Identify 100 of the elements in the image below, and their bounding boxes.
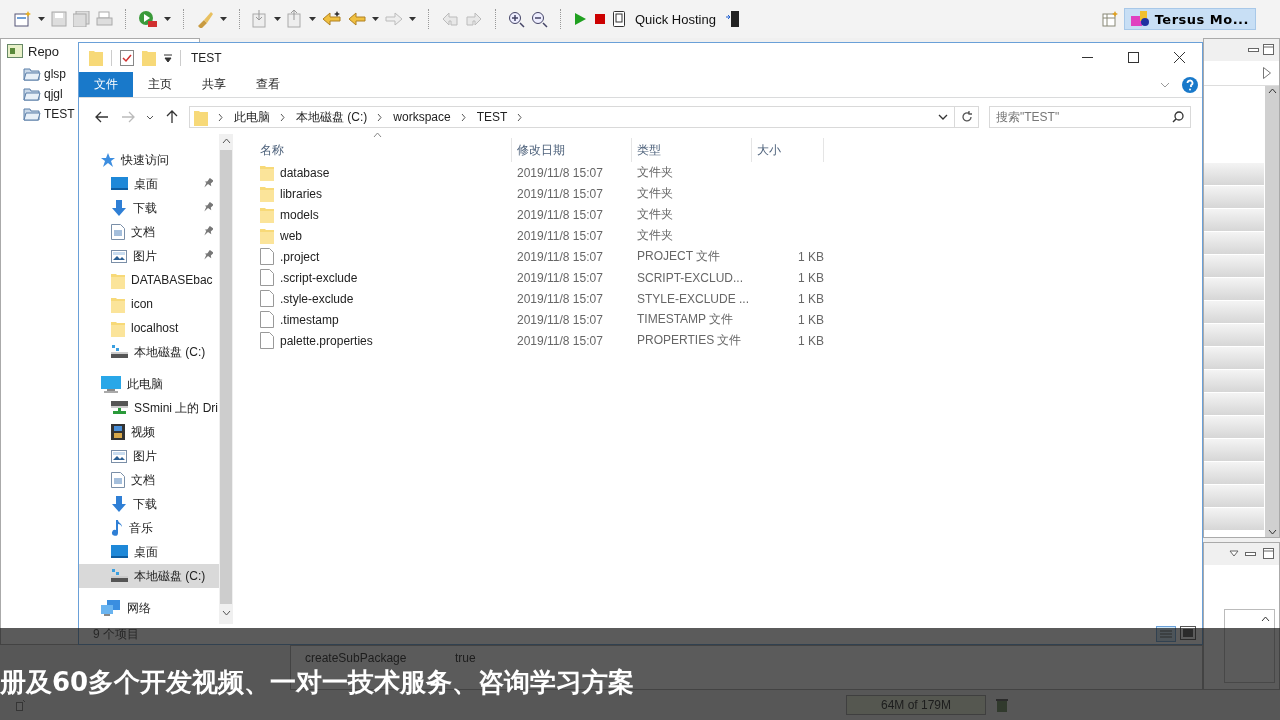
file-name[interactable]: database: [280, 165, 330, 180]
scroll-down-icon[interactable]: [221, 610, 231, 616]
window-title: TEST: [191, 50, 222, 65]
quick-hosting-button[interactable]: Quick Hosting: [631, 11, 720, 27]
back-icon[interactable]: [348, 11, 366, 27]
breadcrumb-item[interactable]: TEST: [476, 110, 508, 124]
nav-item[interactable]: 网络: [79, 596, 219, 620]
file-icon: [260, 290, 274, 307]
tree-item[interactable]: glsp: [44, 66, 66, 81]
file-name[interactable]: models: [280, 207, 319, 222]
maximize-icon[interactable]: [1263, 548, 1275, 560]
file-type: PROPERTIES 文件: [637, 333, 742, 347]
network-icon: [101, 600, 121, 616]
nav-item[interactable]: DATABASEbac: [79, 268, 219, 292]
ribbon-tab[interactable]: 主页: [133, 72, 187, 97]
nav-item[interactable]: 图片: [79, 244, 219, 268]
breadcrumb-item[interactable]: workspace: [393, 110, 451, 124]
zoom-out-icon[interactable]: [531, 10, 548, 28]
file-name[interactable]: .style-exclude: [280, 291, 354, 306]
column-header[interactable]: 大小: [752, 138, 824, 162]
caret-icon[interactable]: [309, 17, 316, 21]
minimize-icon[interactable]: [1245, 550, 1257, 558]
caret-icon[interactable]: [372, 17, 379, 21]
file-name[interactable]: palette.properties: [280, 333, 373, 348]
nav-item[interactable]: 音乐: [79, 516, 219, 540]
expand-ribbon-icon[interactable]: [1160, 81, 1170, 88]
ribbon-tab[interactable]: 共享: [187, 72, 241, 97]
caret-icon[interactable]: [220, 17, 227, 21]
previous-edit-icon[interactable]: [322, 11, 342, 27]
property-value: true: [455, 651, 476, 665]
tree-item[interactable]: qjgl: [44, 86, 63, 101]
help-icon[interactable]: [1182, 76, 1198, 93]
nav-item[interactable]: 下载: [79, 492, 219, 516]
file-name[interactable]: libraries: [280, 186, 322, 201]
network-drive-icon: [111, 401, 128, 415]
nav-item[interactable]: localhost: [79, 316, 219, 340]
phone-icon[interactable]: [613, 11, 625, 27]
refresh-icon[interactable]: [960, 111, 973, 123]
nav-item[interactable]: 视频: [79, 420, 219, 444]
nav-item[interactable]: 本地磁盘 (C:): [79, 340, 219, 364]
nav-item[interactable]: 本地磁盘 (C:): [79, 564, 219, 588]
device-icon[interactable]: [725, 11, 740, 27]
property-name: createSubPackage: [305, 651, 408, 665]
picture-icon: [111, 449, 127, 463]
nav-item[interactable]: 此电脑: [79, 372, 219, 396]
file-type: TIMESTAMP 文件: [637, 312, 734, 326]
caret-icon[interactable]: [164, 17, 171, 21]
folder-icon: [111, 295, 125, 313]
dropdown-icon[interactable]: [938, 114, 948, 120]
column-header[interactable]: 类型: [632, 138, 752, 162]
customize-caret-icon[interactable]: [164, 53, 172, 62]
breadcrumb-item[interactable]: 此电脑: [234, 108, 270, 126]
nav-item[interactable]: 图片: [79, 444, 219, 468]
nav-item[interactable]: 文档: [79, 220, 219, 244]
nav-item[interactable]: icon: [79, 292, 219, 316]
scrollbar-thumb[interactable]: [220, 150, 232, 604]
scroll-up-icon[interactable]: [1261, 616, 1270, 622]
breadcrumb-item[interactable]: 本地磁盘 (C:): [296, 108, 368, 126]
nav-item[interactable]: 桌面: [79, 172, 219, 196]
scroll-down-icon[interactable]: [1267, 529, 1277, 535]
scroll-up-icon[interactable]: [1267, 88, 1277, 94]
file-name[interactable]: .timestamp: [280, 312, 339, 327]
file-name[interactable]: .project: [280, 249, 320, 264]
search-field[interactable]: 搜索"TEST": [989, 106, 1191, 128]
recent-locations-icon[interactable]: [146, 114, 154, 120]
view-menu-icon[interactable]: [1229, 550, 1239, 558]
file-name[interactable]: .script-exclude: [280, 270, 358, 285]
file-icon: [260, 269, 274, 286]
up-arrow-icon[interactable]: [166, 110, 178, 124]
perspective-button[interactable]: Tersus Mo...: [1123, 8, 1256, 30]
stop-icon[interactable]: [593, 12, 607, 26]
view-tab[interactable]: Repo: [28, 43, 60, 59]
caret-icon[interactable]: [409, 17, 416, 21]
caret-icon[interactable]: [274, 17, 281, 21]
zoom-in-icon[interactable]: [508, 10, 525, 28]
run-icon[interactable]: [138, 10, 158, 28]
play-icon[interactable]: [573, 12, 587, 26]
new-file-icon[interactable]: [14, 11, 32, 27]
maximize-icon[interactable]: [1263, 44, 1275, 56]
address-bar[interactable]: 此电脑 本地磁盘 (C:) workspace TEST: [189, 106, 955, 128]
file-name[interactable]: web: [280, 228, 302, 243]
nav-item[interactable]: 下载: [79, 196, 219, 220]
properties-check-icon[interactable]: [120, 49, 134, 66]
nav-item[interactable]: SSmini 上的 Dri: [79, 396, 219, 420]
minimize-icon: [1081, 56, 1093, 59]
tree-item[interactable]: TEST: [44, 106, 75, 121]
nav-item[interactable]: 桌面: [79, 540, 219, 564]
nav-item[interactable]: 文档: [79, 468, 219, 492]
scroll-up-icon[interactable]: [221, 138, 231, 144]
triangle-right-icon[interactable]: [1263, 67, 1271, 79]
ribbon-tab[interactable]: 查看: [241, 72, 295, 97]
desktop-icon: [111, 545, 128, 559]
back-arrow-icon[interactable]: [95, 111, 109, 123]
nav-item[interactable]: 快速访问: [79, 148, 219, 172]
minimize-icon[interactable]: [1248, 46, 1260, 54]
ribbon-tab[interactable]: 文件: [79, 72, 133, 97]
column-header[interactable]: 修改日期: [512, 138, 632, 162]
column-header[interactable]: 名称: [255, 138, 512, 162]
folder-icon: [111, 319, 125, 337]
caret-icon[interactable]: [38, 17, 45, 21]
